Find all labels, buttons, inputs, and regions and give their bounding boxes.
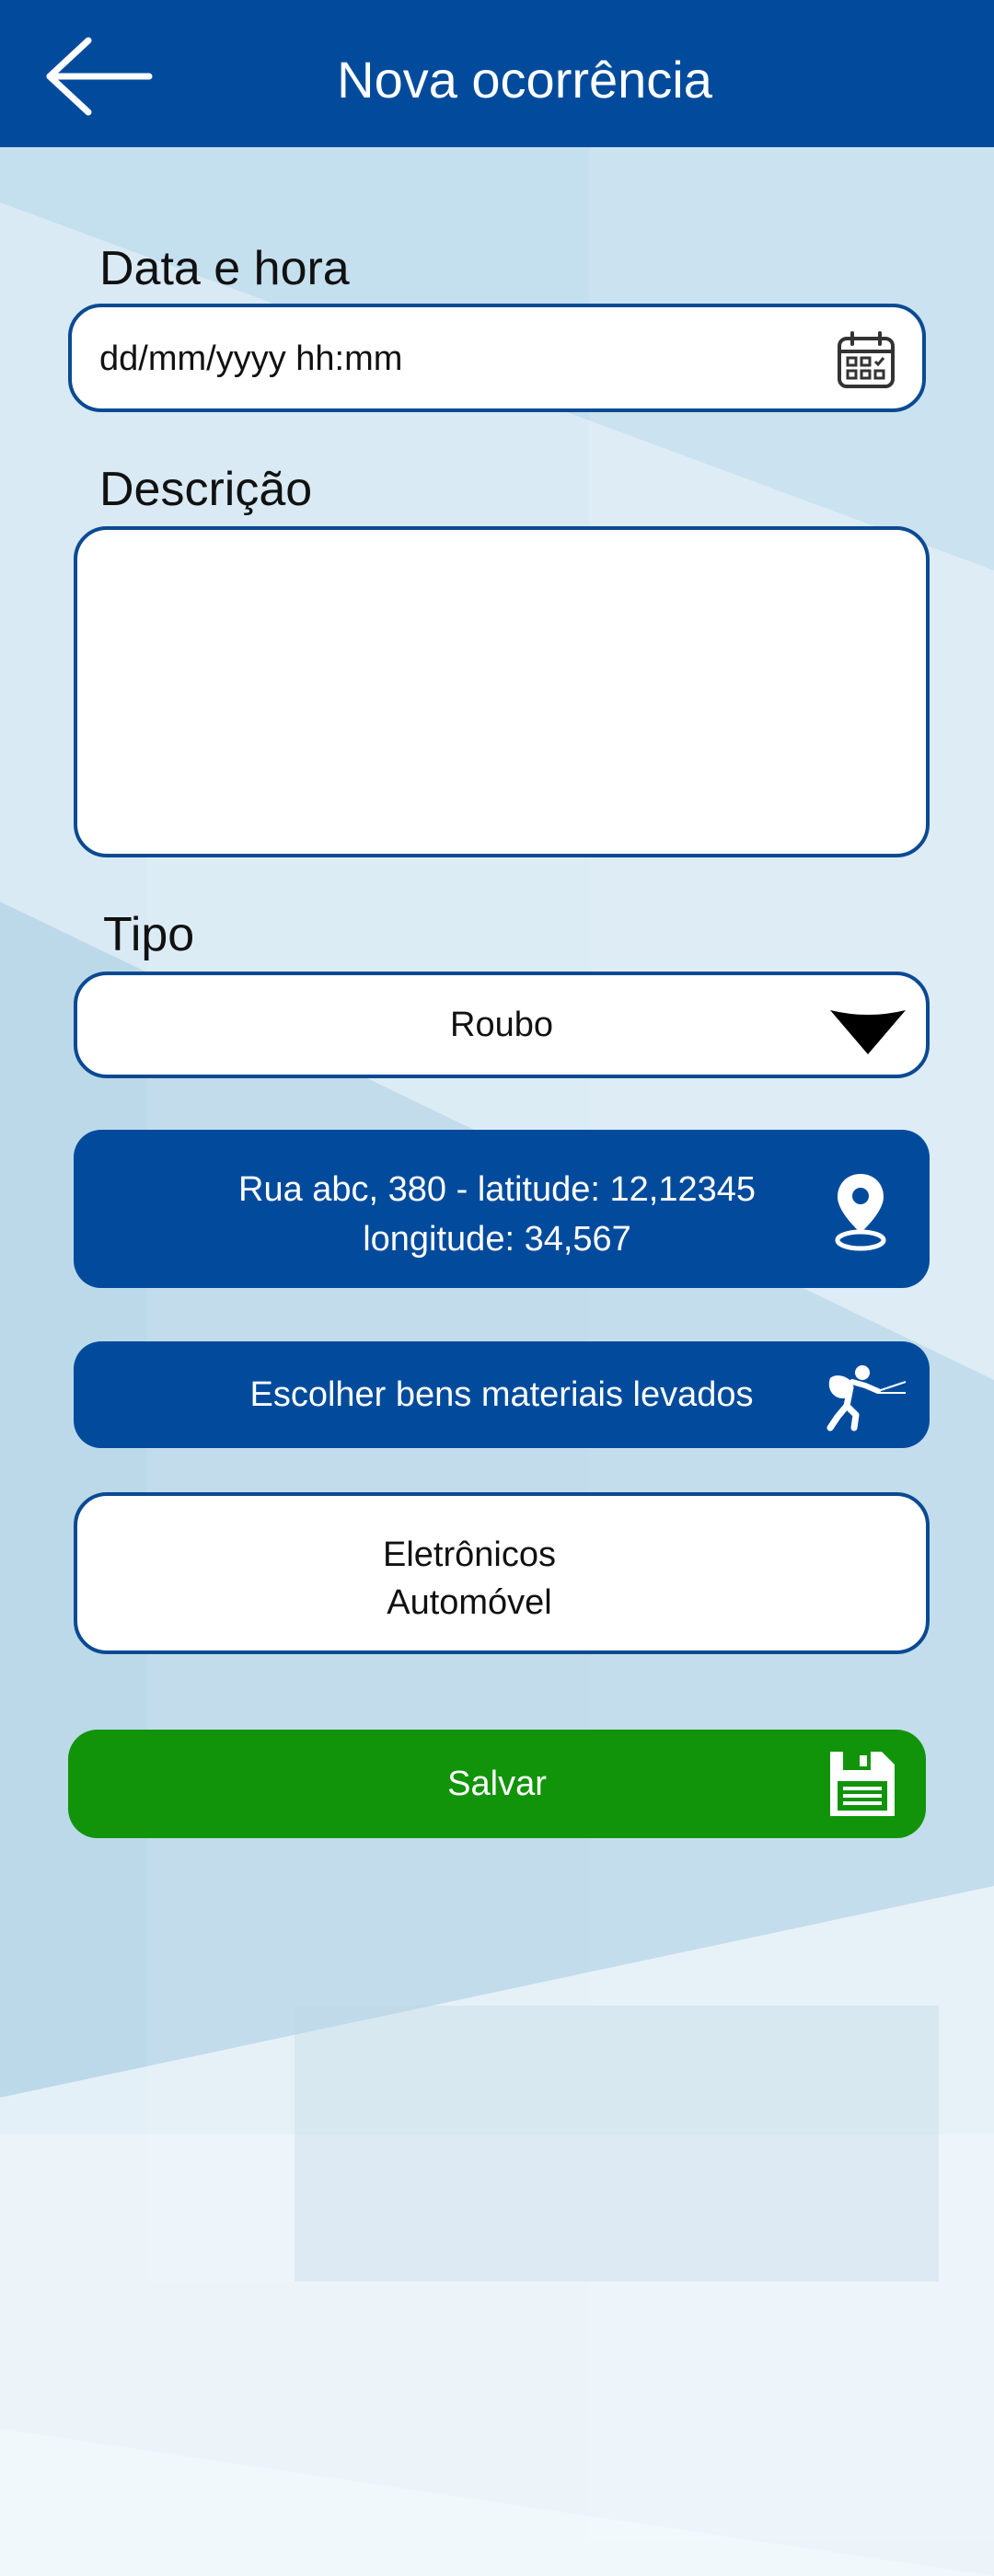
- map-pin-icon: [835, 1174, 886, 1251]
- choose-goods-label: Escolher bens materiais levados: [249, 1374, 754, 1414]
- location-address: Rua abc, 380 - latitude: 12,12345: [238, 1170, 756, 1209]
- chevron-down-icon: [830, 1010, 906, 1054]
- location-text: Rua abc, 380 - latitude: 12,12345 longit…: [74, 1165, 819, 1264]
- list-item: Eletrônicos: [383, 1535, 556, 1574]
- location-card[interactable]: Rua abc, 380 - latitude: 12,12345 longit…: [74, 1130, 930, 1288]
- type-select[interactable]: Roubo: [74, 972, 930, 1078]
- datetime-input[interactable]: [98, 307, 801, 410]
- save-button[interactable]: Salvar: [68, 1730, 926, 1838]
- page-title: Nova ocorrência: [337, 51, 712, 109]
- floppy-disk-icon: [830, 1752, 895, 1816]
- type-selected-value: Roubo: [450, 1005, 553, 1044]
- selected-goods-list: Eletrônicos Automóvel: [77, 1531, 861, 1627]
- thief-icon: [826, 1365, 907, 1432]
- save-label: Salvar: [447, 1764, 547, 1803]
- description-field: [74, 526, 930, 857]
- description-textarea[interactable]: [94, 543, 909, 841]
- list-item: Automóvel: [387, 1583, 552, 1622]
- form: Data e hora Descrição Tipo Roubo Rua abc…: [0, 0, 994, 2576]
- datetime-label: Data e hora: [99, 242, 350, 295]
- type-label: Tipo: [103, 908, 195, 961]
- location-longitude: longitude: 34,567: [363, 1220, 631, 1259]
- description-label: Descrição: [99, 463, 313, 516]
- choose-goods-button[interactable]: Escolher bens materiais levados: [74, 1341, 930, 1448]
- datetime-field: [68, 304, 926, 412]
- calendar-icon[interactable]: [836, 329, 896, 390]
- selected-goods-box: Eletrônicos Automóvel: [74, 1492, 930, 1654]
- app-header: Nova ocorrência: [0, 0, 994, 147]
